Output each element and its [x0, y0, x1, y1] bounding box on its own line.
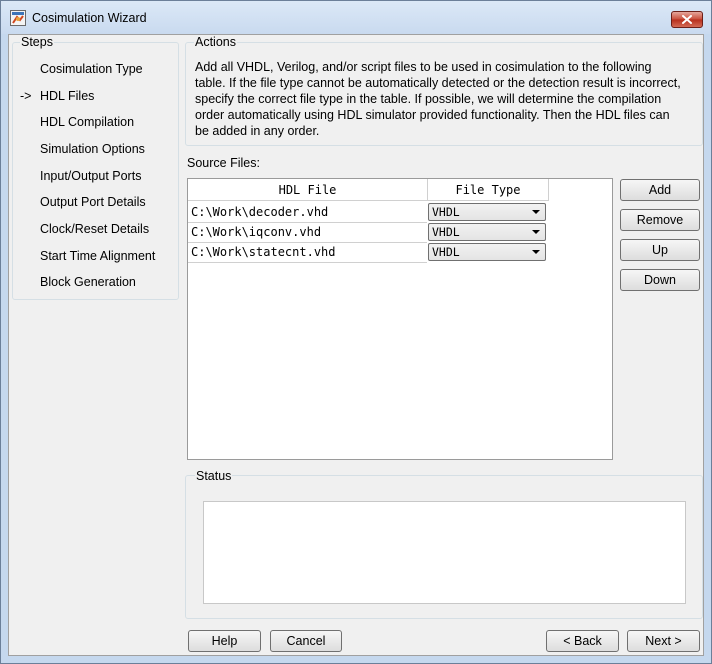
- steps-title: Steps: [20, 35, 54, 49]
- file-type-value: VHDL: [432, 245, 460, 259]
- back-button[interactable]: < Back: [546, 630, 619, 652]
- step-hdl-files[interactable]: HDL Files: [40, 89, 94, 103]
- close-icon: [682, 15, 692, 24]
- wizard-client-area: Steps Cosimulation Type -> HDL Files HDL…: [8, 34, 704, 656]
- status-output: [203, 501, 686, 604]
- source-files-table[interactable]: HDL File File Type C:\Work\decoder.vhd V…: [187, 178, 613, 460]
- file-type-dropdown[interactable]: VHDL: [428, 223, 546, 241]
- step-start-time-alignment[interactable]: Start Time Alignment: [40, 249, 155, 263]
- current-step-marker: ->: [20, 89, 32, 103]
- file-type-dropdown[interactable]: VHDL: [428, 243, 546, 261]
- remove-button[interactable]: Remove: [620, 209, 700, 231]
- row-divider: [188, 222, 427, 223]
- up-button[interactable]: Up: [620, 239, 700, 261]
- column-header-hdl-file[interactable]: HDL File: [188, 179, 428, 201]
- step-hdl-compilation[interactable]: HDL Compilation: [40, 115, 134, 129]
- step-simulation-options[interactable]: Simulation Options: [40, 142, 145, 156]
- table-row-file[interactable]: C:\Work\statecnt.vhd: [191, 245, 336, 259]
- down-button[interactable]: Down: [620, 269, 700, 291]
- next-button[interactable]: Next >: [627, 630, 700, 652]
- dropdown-caret-icon: [532, 230, 540, 234]
- step-cosimulation-type[interactable]: Cosimulation Type: [40, 62, 143, 76]
- app-icon: [10, 10, 26, 26]
- add-button[interactable]: Add: [620, 179, 700, 201]
- dropdown-caret-icon: [532, 250, 540, 254]
- table-row-file[interactable]: C:\Work\decoder.vhd: [191, 205, 328, 219]
- dropdown-caret-icon: [532, 210, 540, 214]
- close-button[interactable]: [671, 11, 703, 28]
- cosimulation-wizard-window: Cosimulation Wizard Steps Cosimulation T…: [0, 0, 712, 664]
- file-type-value: VHDL: [432, 205, 460, 219]
- actions-title: Actions: [194, 35, 237, 49]
- step-input-output-ports[interactable]: Input/Output Ports: [40, 169, 141, 183]
- status-title: Status: [195, 469, 233, 483]
- source-files-label: Source Files:: [187, 156, 260, 170]
- file-type-dropdown[interactable]: VHDL: [428, 203, 546, 221]
- row-divider: [188, 262, 427, 263]
- table-row-file[interactable]: C:\Work\iqconv.vhd: [191, 225, 321, 239]
- actions-description: Add all VHDL, Verilog, and/or script fil…: [195, 60, 681, 138]
- help-button[interactable]: Help: [188, 630, 261, 652]
- column-header-file-type[interactable]: File Type: [428, 179, 549, 201]
- row-divider: [188, 242, 427, 243]
- step-output-port-details[interactable]: Output Port Details: [40, 195, 146, 209]
- file-type-value: VHDL: [432, 225, 460, 239]
- window-title: Cosimulation Wizard: [32, 11, 147, 25]
- cancel-button[interactable]: Cancel: [270, 630, 342, 652]
- title-bar[interactable]: Cosimulation Wizard: [1, 1, 711, 34]
- step-clock-reset-details[interactable]: Clock/Reset Details: [40, 222, 149, 236]
- step-block-generation[interactable]: Block Generation: [40, 275, 136, 289]
